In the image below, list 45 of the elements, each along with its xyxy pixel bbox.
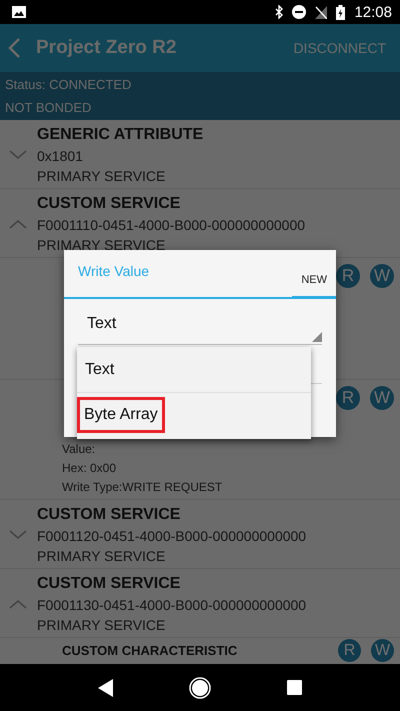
- service-uuid: F0001120-0451-4000-B000-000000000000: [37, 527, 308, 546]
- read-button[interactable]: R: [338, 639, 361, 662]
- new-tab[interactable]: NEW: [292, 274, 336, 299]
- back-icon[interactable]: [98, 678, 114, 696]
- bond-status: NOT BONDED: [5, 99, 92, 116]
- write-button[interactable]: W: [370, 264, 394, 288]
- read-button[interactable]: R: [336, 386, 360, 410]
- recents-icon[interactable]: [287, 680, 302, 695]
- characteristic-name: CUSTOM CHARACTERISTIC: [62, 643, 238, 658]
- service-type: PRIMARY SERVICE: [37, 616, 166, 635]
- service-uuid: F0001110-0451-4000-B000-000000000000: [37, 216, 306, 235]
- service-type: PRIMARY SERVICE: [37, 236, 166, 255]
- do-not-disturb-icon: [292, 5, 306, 19]
- service-type: PRIMARY SERVICE: [37, 167, 166, 186]
- format-dropdown[interactable]: Text: [78, 311, 322, 345]
- disconnect-button[interactable]: DISCONNECT: [293, 40, 386, 56]
- service-uuid: F0001130-0451-4000-B000-000000000000: [37, 596, 308, 615]
- write-button[interactable]: W: [371, 639, 394, 662]
- home-icon[interactable]: [189, 676, 212, 698]
- service-name: GENERIC ATTRIBUTE: [37, 125, 204, 145]
- no-signal-icon: [315, 6, 328, 18]
- write-button[interactable]: W: [370, 386, 394, 410]
- chevron-up-icon[interactable]: [9, 219, 27, 229]
- chevron-down-icon[interactable]: [9, 150, 27, 160]
- service-name: CUSTOM SERVICE: [37, 574, 182, 594]
- battery-charging-icon: [336, 4, 346, 20]
- characteristic-detail: Hex: 0x00: [62, 460, 118, 477]
- dropdown-triangle-icon: [312, 332, 322, 342]
- device-title: Project Zero R2: [36, 37, 178, 59]
- clock-time: 12:08: [354, 4, 392, 20]
- dialog-title: Write Value: [77, 263, 150, 281]
- dropdown-option[interactable]: Text: [77, 347, 311, 393]
- image-icon: [12, 6, 26, 18]
- service-type: PRIMARY SERVICE: [37, 547, 166, 566]
- chevron-down-icon[interactable]: [9, 530, 27, 540]
- connection-status: Status: CONNECTED: [5, 76, 132, 93]
- service-uuid: 0x1801: [37, 147, 84, 166]
- service-name: CUSTOM SERVICE: [37, 194, 182, 214]
- bluetooth-icon: [275, 5, 284, 19]
- service-name: CUSTOM SERVICE: [37, 505, 182, 525]
- characteristic-detail: Write Type:WRITE REQUEST: [62, 479, 224, 496]
- chevron-up-icon[interactable]: [9, 599, 27, 609]
- characteristic-detail: Value:: [62, 441, 96, 458]
- dropdown-option[interactable]: Byte Array: [77, 397, 165, 433]
- read-button[interactable]: R: [336, 264, 360, 288]
